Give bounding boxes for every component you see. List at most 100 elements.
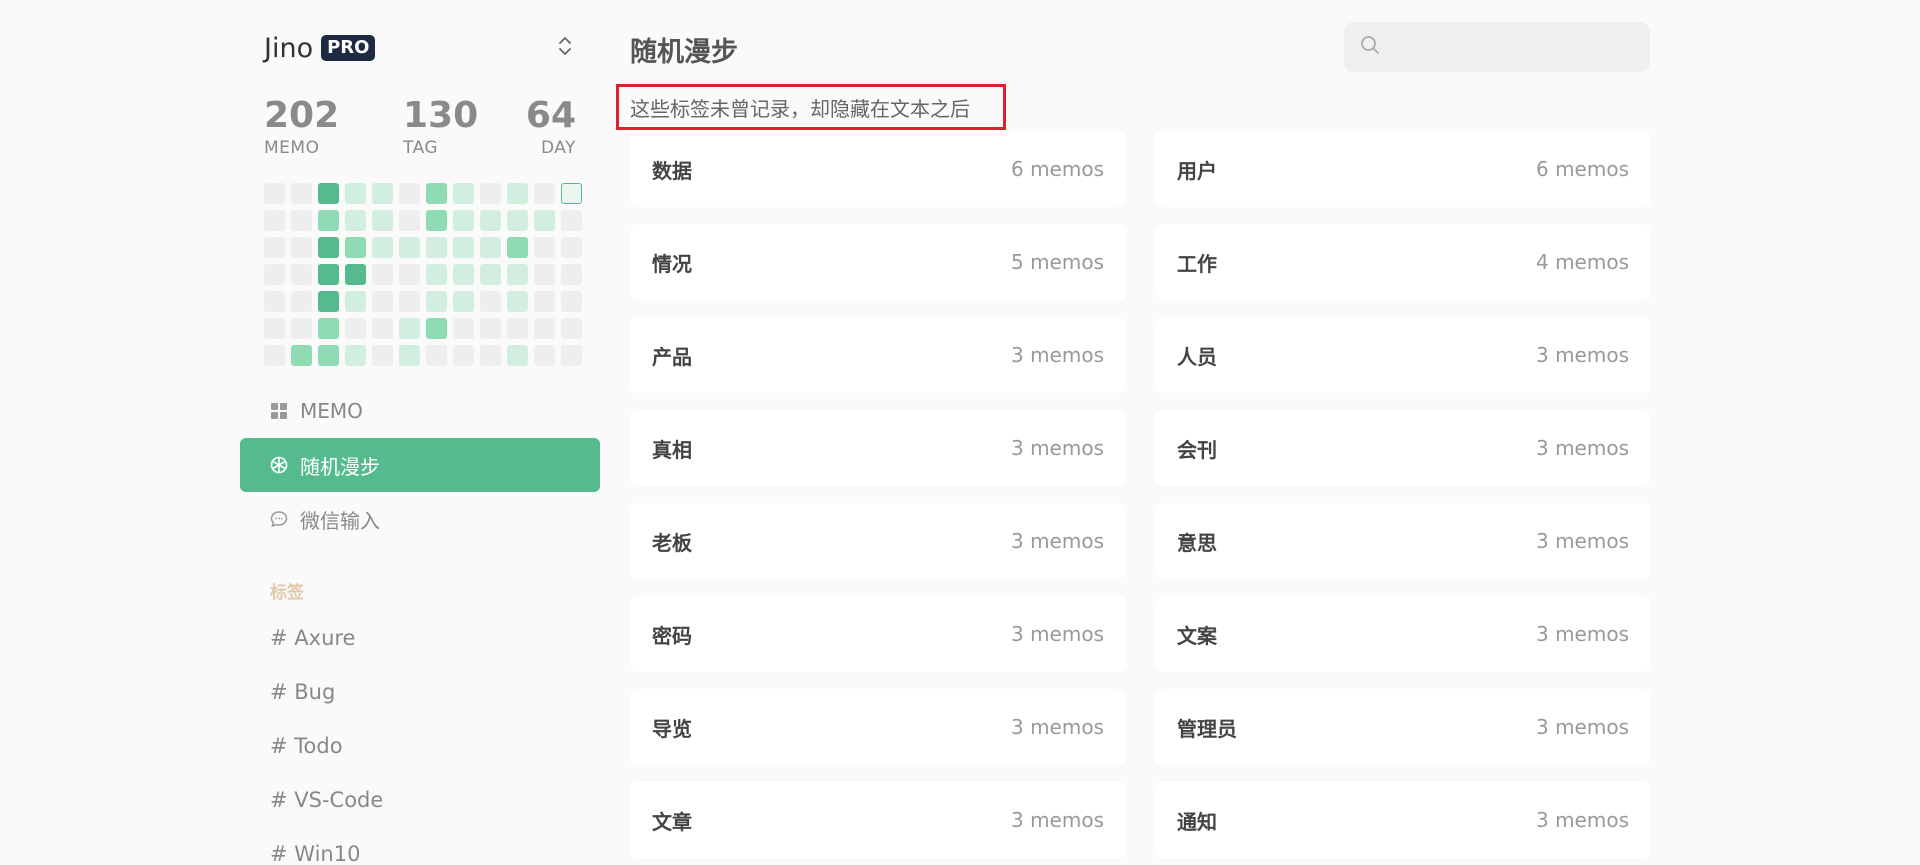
heatmap-cell[interactable] [318, 264, 339, 285]
heatmap-cell[interactable] [318, 345, 339, 366]
search-box[interactable] [1344, 22, 1650, 72]
tag-card[interactable]: 管理员 3 memos [1155, 689, 1651, 765]
heatmap-cell[interactable] [426, 318, 447, 339]
heatmap-cell[interactable] [345, 237, 366, 258]
tag-card[interactable]: 文章 3 memos [630, 782, 1126, 858]
heatmap-cell[interactable] [453, 264, 474, 285]
heatmap-cell[interactable] [372, 291, 393, 312]
heatmap-cell[interactable] [264, 210, 285, 231]
heatmap-cell[interactable] [507, 237, 528, 258]
heatmap-cell[interactable] [291, 318, 312, 339]
sidebar-tag-todo[interactable]: # Todo [270, 734, 343, 758]
tag-card[interactable]: 产品 3 memos [630, 317, 1126, 393]
heatmap-cell[interactable] [426, 237, 447, 258]
heatmap-cell[interactable] [345, 264, 366, 285]
heatmap-cell[interactable] [345, 210, 366, 231]
heatmap-cell[interactable] [480, 183, 501, 204]
heatmap-cell[interactable] [291, 210, 312, 231]
sidebar-tag-win10[interactable]: # Win10 [270, 842, 360, 865]
heatmap-cell[interactable] [264, 318, 285, 339]
heatmap-cell[interactable] [372, 210, 393, 231]
heatmap-cell[interactable] [534, 183, 555, 204]
sidebar-tag-axure[interactable]: # Axure [270, 626, 355, 650]
heatmap-cell[interactable] [291, 291, 312, 312]
tag-card[interactable]: 情况 5 memos [630, 224, 1126, 300]
heatmap-cell[interactable] [318, 237, 339, 258]
heatmap-cell[interactable] [345, 183, 366, 204]
heatmap-cell[interactable] [291, 264, 312, 285]
heatmap-cell[interactable] [264, 345, 285, 366]
nav-item-random-walk[interactable]: 随机漫步 [240, 438, 600, 492]
tag-card[interactable]: 通知 3 memos [1155, 782, 1651, 858]
heatmap-cell[interactable] [561, 345, 582, 366]
heatmap-cell[interactable] [399, 183, 420, 204]
heatmap-cell[interactable] [426, 291, 447, 312]
heatmap-cell[interactable] [372, 183, 393, 204]
heatmap-cell[interactable] [534, 318, 555, 339]
tag-card[interactable]: 密码 3 memos [630, 596, 1126, 672]
heatmap-cell[interactable] [507, 318, 528, 339]
tag-card[interactable]: 工作 4 memos [1155, 224, 1651, 300]
heatmap-cell[interactable] [507, 291, 528, 312]
heatmap-cell[interactable] [453, 237, 474, 258]
heatmap-cell[interactable] [534, 264, 555, 285]
heatmap-cell[interactable] [426, 345, 447, 366]
heatmap-cell[interactable] [264, 183, 285, 204]
search-input[interactable] [1390, 35, 1634, 59]
heatmap-cell[interactable] [399, 210, 420, 231]
heatmap-cell[interactable] [453, 318, 474, 339]
heatmap-cell[interactable] [480, 345, 501, 366]
heatmap-cell[interactable] [507, 183, 528, 204]
heatmap-cell[interactable] [426, 264, 447, 285]
heatmap-cell[interactable] [507, 264, 528, 285]
heatmap-cell[interactable] [291, 345, 312, 366]
heatmap-cell[interactable] [399, 291, 420, 312]
heatmap-cell[interactable] [264, 291, 285, 312]
heatmap-cell[interactable] [561, 318, 582, 339]
heatmap-cell[interactable] [372, 318, 393, 339]
heatmap-cell[interactable] [372, 345, 393, 366]
heatmap-cell[interactable] [561, 210, 582, 231]
tag-card[interactable]: 老板 3 memos [630, 503, 1126, 579]
heatmap-cell[interactable] [534, 345, 555, 366]
heatmap-cell[interactable] [480, 318, 501, 339]
tag-card[interactable]: 人员 3 memos [1155, 317, 1651, 393]
heatmap-cell[interactable] [561, 291, 582, 312]
heatmap-cell[interactable] [318, 318, 339, 339]
heatmap-cell[interactable] [534, 237, 555, 258]
sidebar-tag-bug[interactable]: # Bug [270, 680, 335, 704]
tag-card[interactable]: 文案 3 memos [1155, 596, 1651, 672]
heatmap-cell[interactable] [426, 183, 447, 204]
heatmap-cell[interactable] [264, 237, 285, 258]
nav-item-memo[interactable]: MEMO [240, 384, 600, 438]
heatmap-cell[interactable] [264, 264, 285, 285]
chevron-up-down-icon[interactable] [556, 34, 574, 58]
tag-card[interactable]: 用户 6 memos [1155, 131, 1651, 207]
heatmap-cell[interactable] [561, 264, 582, 285]
heatmap-cell[interactable] [345, 291, 366, 312]
tag-card[interactable]: 数据 6 memos [630, 131, 1126, 207]
nav-item-wechat-input[interactable]: 微信输入 [240, 492, 600, 546]
heatmap-cell[interactable] [291, 237, 312, 258]
heatmap-cell[interactable] [372, 237, 393, 258]
heatmap-cell[interactable] [318, 183, 339, 204]
tag-card[interactable]: 会刊 3 memos [1155, 410, 1651, 486]
heatmap-cell-today[interactable] [561, 183, 582, 204]
heatmap-cell[interactable] [480, 210, 501, 231]
heatmap-cell[interactable] [507, 345, 528, 366]
heatmap-cell[interactable] [561, 237, 582, 258]
heatmap-cell[interactable] [318, 210, 339, 231]
heatmap-cell[interactable] [399, 237, 420, 258]
heatmap-cell[interactable] [345, 318, 366, 339]
heatmap-cell[interactable] [453, 183, 474, 204]
tag-card[interactable]: 意思 3 memos [1155, 503, 1651, 579]
heatmap-cell[interactable] [426, 210, 447, 231]
heatmap-cell[interactable] [372, 264, 393, 285]
heatmap-cell[interactable] [534, 291, 555, 312]
heatmap-cell[interactable] [345, 345, 366, 366]
heatmap-cell[interactable] [399, 318, 420, 339]
heatmap-cell[interactable] [534, 210, 555, 231]
heatmap-cell[interactable] [507, 210, 528, 231]
heatmap-cell[interactable] [453, 345, 474, 366]
heatmap-cell[interactable] [480, 291, 501, 312]
